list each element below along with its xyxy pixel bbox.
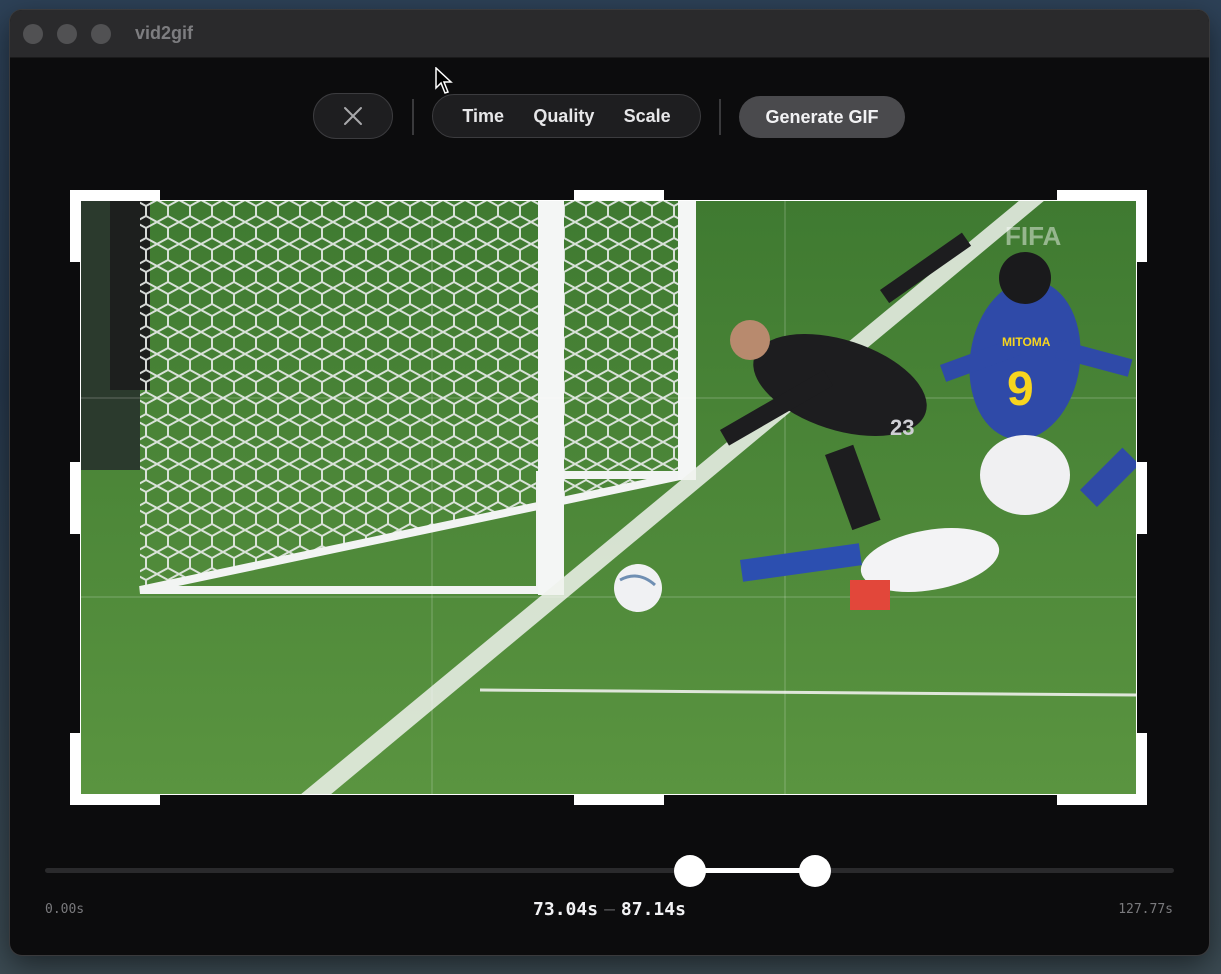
selection-separator: – [604,899,615,920]
selection-start-time: 73.04s [533,899,599,920]
crop-handle-top-left[interactable] [70,190,80,262]
crop-handle-top[interactable] [574,190,664,200]
player-number: 9 [1007,363,1034,416]
crop-handle-top-left[interactable] [70,190,160,200]
selection-time-label: 73.04s –87.14s [10,899,1209,920]
video-preview: 23 9 MITOMA FIFA [80,200,1137,795]
close-button[interactable] [313,93,393,139]
crop-handle-bottom-right[interactable] [1057,795,1147,805]
crop-handle-top-right[interactable] [1057,190,1147,200]
tab-scale[interactable]: Scale [624,106,671,127]
selection-end-time: 87.14s [620,899,686,920]
fifa-watermark: FIFA [1005,221,1062,251]
timeline-slider[interactable] [45,855,1174,887]
crop-border [80,200,81,795]
zoom-window-button[interactable] [91,24,111,44]
crop-handle-bottom-left[interactable] [70,795,160,805]
window-title: vid2gif [135,23,194,43]
close-window-button[interactable] [23,24,43,44]
title-bar: vid2gif [10,10,1209,58]
tab-quality[interactable]: Quality [533,106,594,127]
range-start-knob[interactable] [674,855,707,887]
crop-handle-top-right[interactable] [1137,190,1147,262]
app-window: vid2gif Time Quality Scale Generate GIF [10,10,1209,955]
crop-handle-right[interactable] [1137,462,1147,534]
crop-border [80,200,1137,201]
range-end-knob[interactable] [798,855,831,887]
timeline-selection [690,868,815,873]
crop-handle-bottom-left[interactable] [70,733,80,805]
toolbar-divider [719,99,721,135]
timeline-track[interactable] [45,868,1174,873]
player-name: MITOMA [1002,335,1051,349]
close-icon [344,107,362,125]
minimize-window-button[interactable] [57,24,77,44]
toolbar: Time Quality Scale Generate GIF [10,93,1209,141]
crop-area[interactable]: 23 9 MITOMA FIFA [70,190,1147,805]
crop-handle-left[interactable] [70,462,80,534]
mouse-cursor-icon [435,67,453,94]
toolbar-divider [412,99,414,135]
crop-handle-bottom[interactable] [574,795,664,805]
settings-tabs: Time Quality Scale [432,94,701,138]
tab-time[interactable]: Time [462,106,504,127]
keeper-number: 23 [890,415,914,440]
crop-handle-bottom-right[interactable] [1137,733,1147,805]
generate-gif-button[interactable]: Generate GIF [739,96,905,138]
